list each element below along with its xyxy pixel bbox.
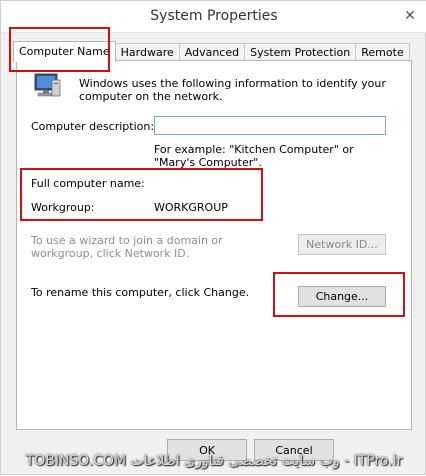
cancel-button[interactable]: Cancel <box>254 439 334 461</box>
tab-computer-name[interactable]: Computer Name <box>13 41 116 62</box>
tab-strip: Computer Name Hardware Advanced System P… <box>13 41 410 62</box>
rename-text: To rename this computer, click Change. <box>31 286 250 299</box>
network-id-button[interactable]: Network ID... <box>298 234 386 255</box>
tab-hardware[interactable]: Hardware <box>114 43 180 61</box>
computer-description-label: Computer description: <box>31 120 155 133</box>
computer-description-input[interactable] <box>154 116 386 135</box>
change-button[interactable]: Change... <box>298 286 386 307</box>
tab-remote[interactable]: Remote <box>355 43 410 61</box>
close-button[interactable]: ✕ <box>399 5 421 27</box>
ok-button[interactable]: OK <box>167 439 247 461</box>
workgroup-label: Workgroup: <box>31 201 95 214</box>
tab-system-protection[interactable]: System Protection <box>244 43 357 61</box>
close-icon: ✕ <box>404 8 416 24</box>
system-properties-window: System Properties ✕ Computer Name Hardwa… <box>0 0 426 475</box>
tab-advanced[interactable]: Advanced <box>178 43 246 61</box>
network-id-wizard-text: To use a wizard to join a domain or work… <box>31 234 223 260</box>
computer-icon <box>32 72 62 100</box>
window-title: System Properties <box>150 8 278 24</box>
description-hint: For example: "Kitchen Computer" or "Mary… <box>154 143 354 169</box>
full-computer-name-label: Full computer name: <box>31 177 145 190</box>
intro-text: Windows uses the following information t… <box>79 77 386 103</box>
title-bar: System Properties ✕ <box>1 1 426 33</box>
workgroup-value: WORKGROUP <box>154 201 228 214</box>
